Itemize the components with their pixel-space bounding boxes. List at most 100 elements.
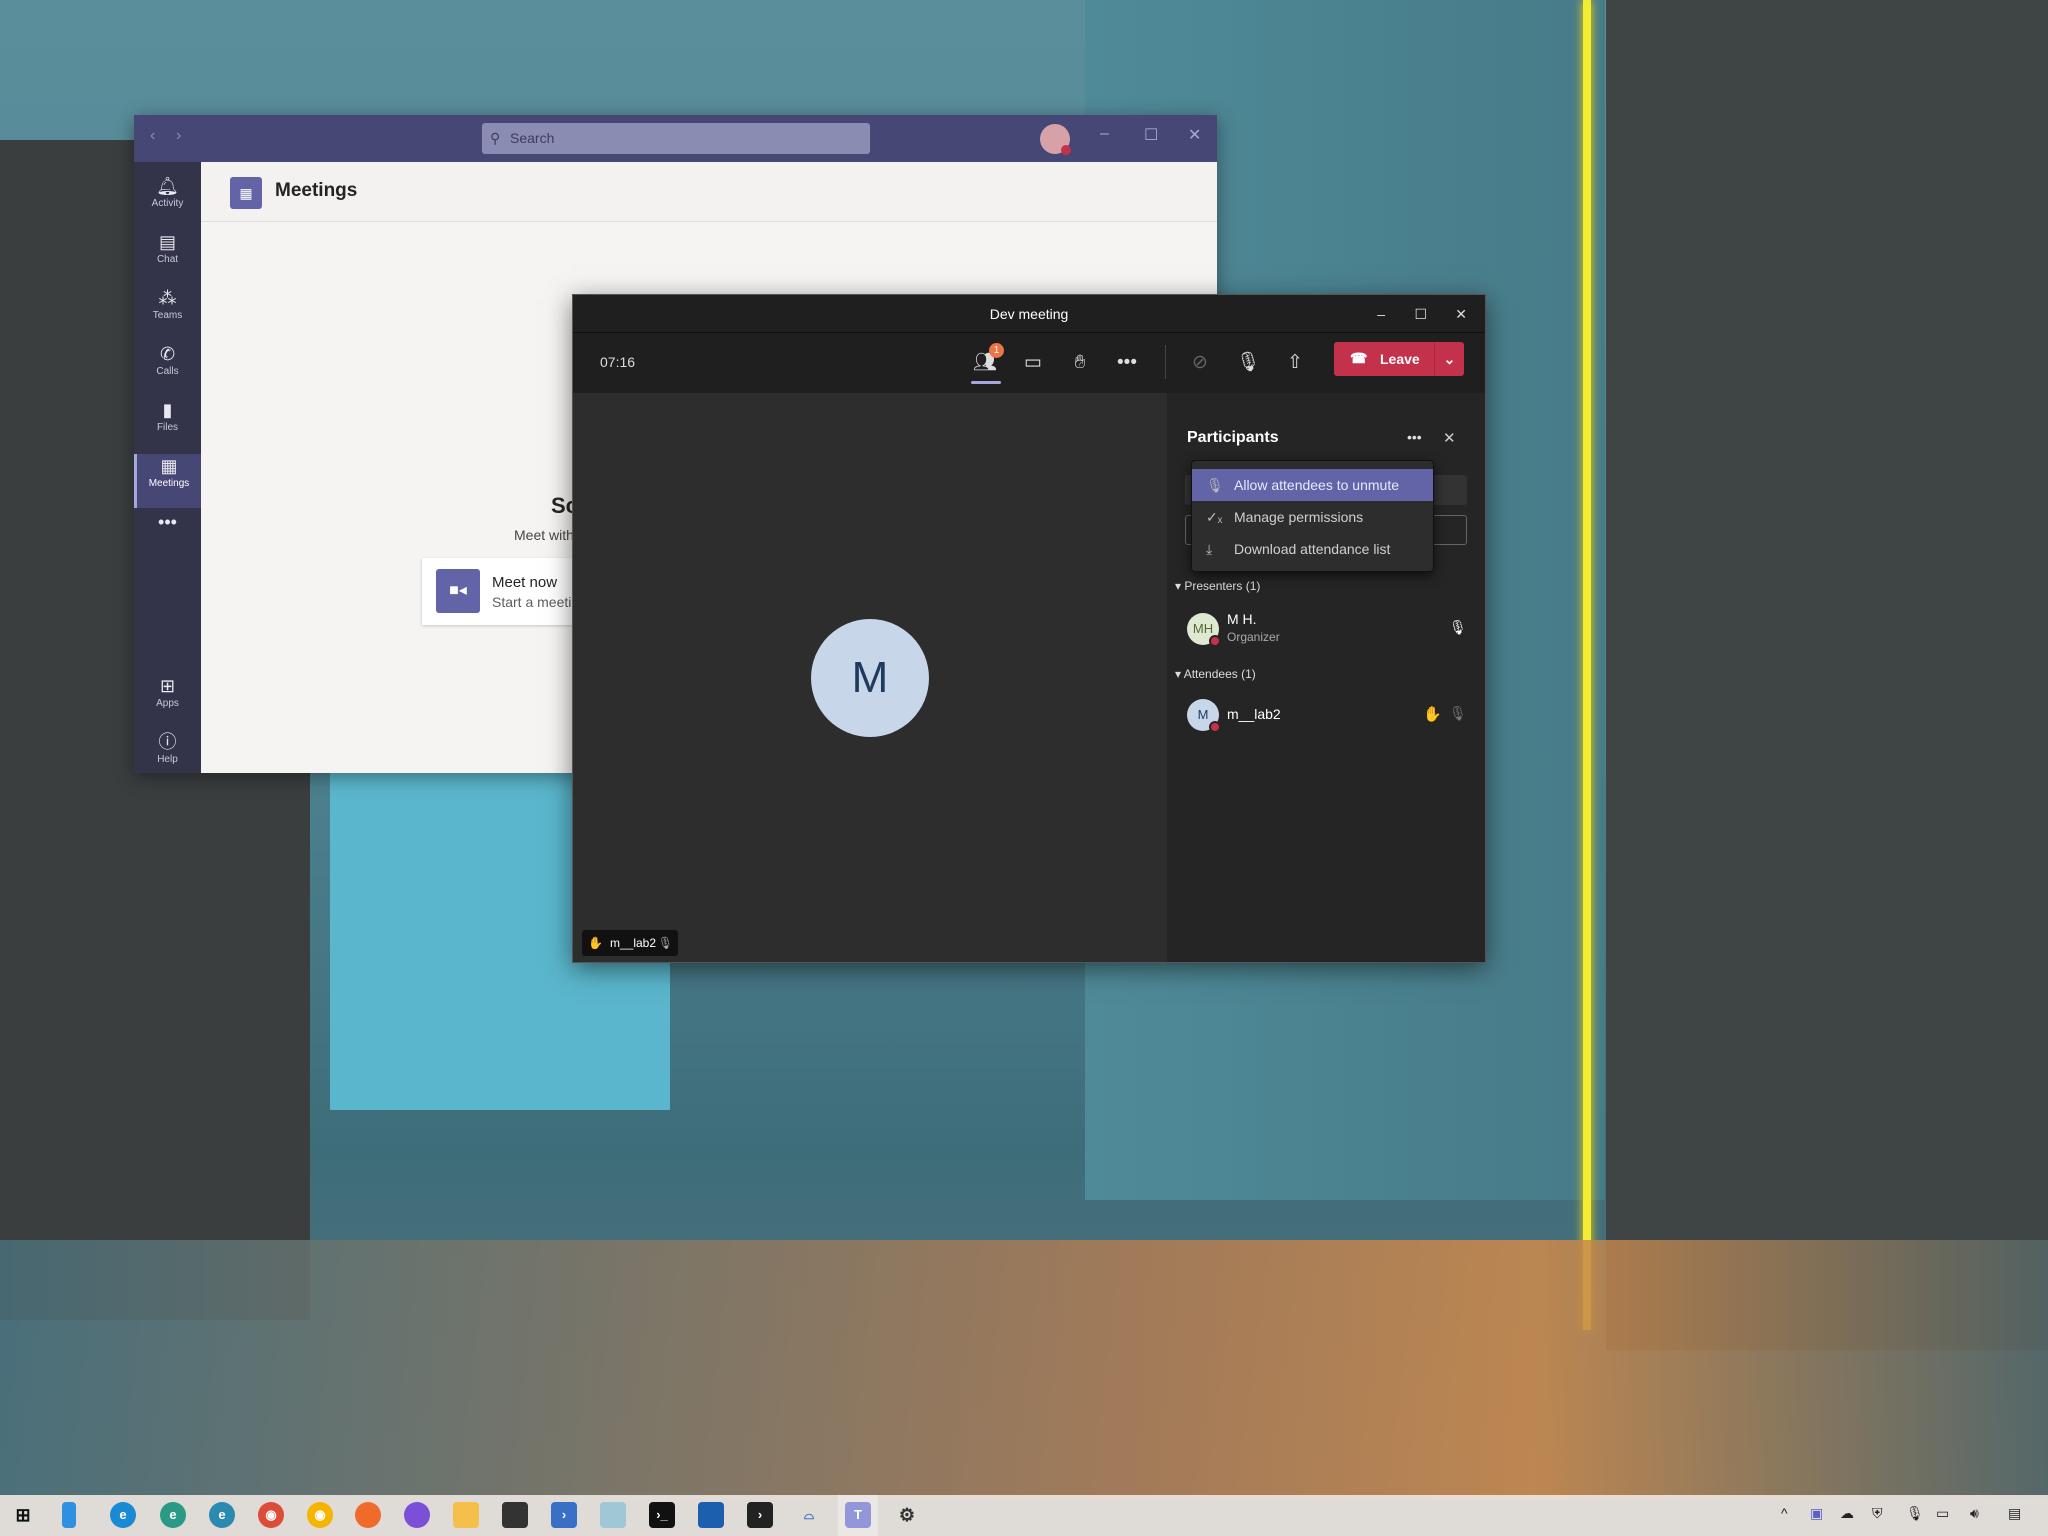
cmd-icon[interactable]: › xyxy=(747,1502,773,1528)
participant-role: Organizer xyxy=(1227,630,1280,644)
chat-icon: ▤ xyxy=(158,232,176,252)
network-drive-icon[interactable]: ⌓ xyxy=(796,1502,822,1528)
tray-overflow-icon[interactable]: ^ xyxy=(1781,1505,1788,1521)
sidebar-item-files[interactable]: ▮ Files xyxy=(134,398,201,452)
mic-tray-icon[interactable]: 🎙︎ xyxy=(1906,1505,1924,1522)
toolbar-divider xyxy=(1165,345,1166,379)
active-underline xyxy=(971,381,1001,384)
file-icon: ▮ xyxy=(162,400,173,420)
chat-button[interactable]: ▭ xyxy=(1017,347,1049,379)
edge-icon[interactable]: e xyxy=(110,1502,136,1528)
photos-icon[interactable] xyxy=(698,1502,724,1528)
mic-button[interactable]: 🎙︎ xyxy=(1232,347,1264,379)
show-participants-button[interactable]: 👥︎ 1 xyxy=(969,343,1004,384)
hand-icon: ✋︎ xyxy=(1074,352,1086,373)
sidebar-item-calls[interactable]: ✆ Calls xyxy=(134,342,201,396)
participant-row-attendee[interactable]: M m__lab2 ✋ 🎙︎ xyxy=(1167,695,1487,739)
menu-item-manage-permissions[interactable]: ✓ₓ Manage permissions xyxy=(1192,501,1433,533)
meeting-window: Dev meeting – ☐ ✕ 07:16 👥︎ 1 ▭ ✋︎ ••• ⊘ … xyxy=(572,294,1486,963)
back-arrow-icon[interactable]: ‹ xyxy=(150,127,155,145)
wallpaper-light-line xyxy=(1583,0,1591,1330)
security-icon[interactable]: ⛨ xyxy=(1872,1505,1883,1522)
phone-icon: ✆ xyxy=(159,344,176,364)
meetings-app-icon: ▦ xyxy=(230,177,262,209)
sidebar-item-more[interactable]: ••• xyxy=(134,510,201,564)
raise-hand-button[interactable]: ✋︎ xyxy=(1064,347,1096,379)
presenters-header[interactable]: ▾ Presenters (1) xyxy=(1175,579,1260,593)
leave-button[interactable]: ☎ Leave ⌄ xyxy=(1334,342,1464,376)
powershell-icon[interactable]: › xyxy=(551,1502,577,1528)
avatar: M xyxy=(1187,699,1221,733)
notepad-icon[interactable] xyxy=(600,1502,626,1528)
meeting-toolbar: 07:16 👥︎ 1 ▭ ✋︎ ••• ⊘ 🎙︎ ⇧ ☎ Leave ⌄ xyxy=(573,333,1485,393)
maximize-button[interactable]: ☐ xyxy=(1414,295,1427,333)
chat-icon: ▭ xyxy=(1024,352,1042,373)
menu-item-allow-unmute[interactable]: 🎙︎ Allow attendees to unmute xyxy=(1192,469,1433,501)
leave-options-chevron-icon[interactable]: ⌄ xyxy=(1434,342,1464,376)
schedule-subheading: Meet with xyxy=(514,527,574,543)
chrome-icon[interactable]: ◉ xyxy=(258,1502,284,1528)
terminal-icon[interactable]: ›_ xyxy=(649,1502,675,1528)
panel-close-button[interactable]: ✕ xyxy=(1443,429,1456,447)
file-explorer-icon[interactable] xyxy=(453,1502,479,1528)
minimize-button[interactable]: – xyxy=(1377,295,1385,333)
profile-avatar[interactable] xyxy=(1040,124,1071,155)
camera-off-icon: ⊘ xyxy=(1192,352,1208,373)
firefox-nightly-icon[interactable] xyxy=(404,1502,430,1528)
avatar-initials: M xyxy=(1197,707,1209,722)
network-icon[interactable]: ▭ xyxy=(1936,1505,1949,1522)
sidebar-label: Chat xyxy=(156,254,179,265)
close-button[interactable]: ✕ xyxy=(1455,295,1467,333)
onedrive-icon[interactable]: ☁ xyxy=(1840,1505,1854,1522)
notifications-icon[interactable]: ▤ xyxy=(2008,1505,2021,1522)
teams-tray-icon[interactable]: ▣ xyxy=(1810,1505,1823,1522)
sidebar-label: Apps xyxy=(156,698,179,709)
share-button[interactable]: ⇧ xyxy=(1279,347,1311,379)
sidebar-label: Files xyxy=(156,422,179,433)
file-icon[interactable] xyxy=(62,1502,76,1528)
participants-title: Participants xyxy=(1187,429,1279,446)
wallpaper-floor xyxy=(0,1240,2048,1500)
status-dot xyxy=(1061,145,1071,155)
mic-icon: 🎙︎ xyxy=(1206,477,1224,493)
status-dot xyxy=(1209,635,1221,647)
sidebar-item-meetings[interactable]: ▦ Meetings xyxy=(134,454,201,508)
participant-row-presenter[interactable]: MH M H. Organizer 🎙︎ xyxy=(1167,607,1487,651)
minimize-button[interactable]: – xyxy=(1100,125,1109,143)
camera-button[interactable]: ⊘ xyxy=(1184,347,1216,379)
sidebar-item-chat[interactable]: ▤ Chat xyxy=(134,230,201,284)
sidebar-label: Meetings xyxy=(148,478,190,489)
calendar-icon: ▦ xyxy=(160,456,178,476)
maximize-button[interactable]: ☐ xyxy=(1144,125,1158,145)
volume-icon[interactable]: 🔊︎ xyxy=(1970,1505,1979,1522)
windows-start-icon[interactable]: ⊞ xyxy=(10,1502,36,1528)
sidebar-item-teams[interactable]: ⁂ Teams xyxy=(134,286,201,340)
menu-item-download-attendance[interactable]: ⤓ Download attendance list xyxy=(1192,533,1433,565)
sidebar-label: Teams xyxy=(152,310,183,321)
meet-now-subtitle: Start a meeti xyxy=(492,594,572,610)
sidebar-item-help[interactable]: ⓘ Help xyxy=(134,730,201,784)
avatar-initials: MH xyxy=(1192,621,1214,636)
apps-icon: ⊞ xyxy=(159,676,176,696)
store-icon[interactable] xyxy=(502,1502,528,1528)
more-actions-button[interactable]: ••• xyxy=(1111,347,1143,379)
permissions-icon: ✓ₓ xyxy=(1206,509,1223,525)
app-bar: 🔔︎ Activity ▤ Chat ⁂ Teams ✆ Calls ▮ Files ▦ M… xyxy=(134,162,201,773)
sidebar-label: Help xyxy=(157,754,178,765)
close-button[interactable]: ✕ xyxy=(1188,125,1201,145)
sidebar-item-apps[interactable]: ⊞ Apps xyxy=(134,674,201,728)
teams-icon: ⁂ xyxy=(158,288,177,308)
attendees-header[interactable]: ▾ Attendees (1) xyxy=(1175,667,1256,681)
search-input[interactable]: ⚲ Search xyxy=(482,123,870,154)
edge-dev-icon[interactable]: e xyxy=(160,1502,186,1528)
meet-now-title: Meet now xyxy=(492,574,558,591)
edge-canary-icon[interactable]: e xyxy=(209,1502,235,1528)
settings-icon[interactable]: ⚙ xyxy=(894,1502,920,1528)
sidebar-item-activity[interactable]: 🔔︎ Activity xyxy=(134,174,201,228)
mic-off-icon: 🎙︎ xyxy=(657,936,673,950)
chrome-canary-icon[interactable]: ◉ xyxy=(307,1502,333,1528)
panel-more-button[interactable]: ••• xyxy=(1407,429,1422,445)
forward-arrow-icon[interactable]: › xyxy=(176,127,181,145)
firefox-icon[interactable] xyxy=(355,1502,381,1528)
attendees-header-label: Attendees (1) xyxy=(1183,667,1256,681)
